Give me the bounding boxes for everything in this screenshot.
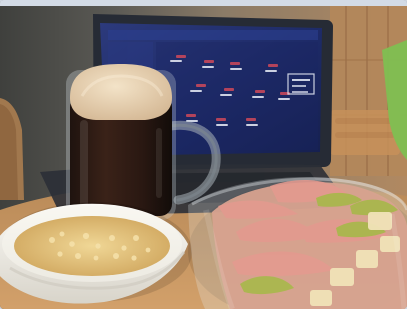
meat-salad-bowl xyxy=(188,177,407,309)
top-border xyxy=(0,0,407,6)
photo-svg xyxy=(0,0,407,309)
photo-scene xyxy=(0,0,407,309)
